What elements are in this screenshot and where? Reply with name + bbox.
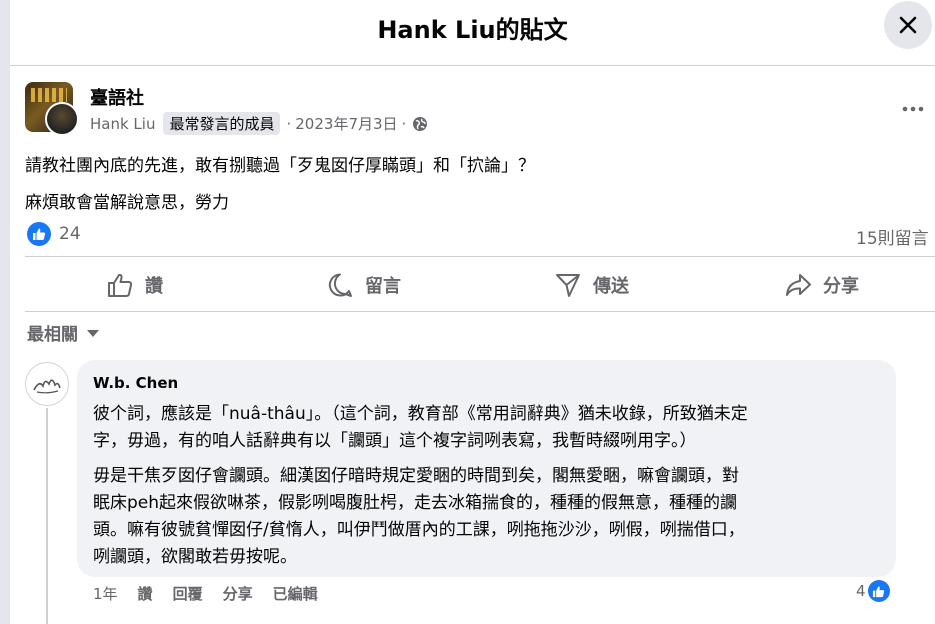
post-text-line2: 麻煩敢會當解說意思，勞力 [25, 193, 229, 213]
comment-sort-dropdown[interactable]: 最相關 [27, 320, 100, 345]
comment-text-line: 毋是干焦歹囡仔會讕頭。細漢囡仔暗時規定愛睏的時間到矣，閣無愛睏，嘛會讕頭，對 [93, 466, 739, 486]
comment-button[interactable]: 留言 [327, 257, 401, 312]
post-reactions[interactable]: 24 [27, 222, 81, 246]
comment-edited-label[interactable]: 已編輯 [273, 583, 318, 604]
comment-reactions[interactable]: 4 [856, 580, 890, 602]
share-label: 分享 [823, 275, 859, 297]
reply-thread-line [46, 408, 48, 624]
comment-bubble: W.b. Chen 彼个詞，應該是「nuâ-thâu」。（這个詞，教育部《常用詞… [77, 360, 896, 577]
send-icon [556, 273, 580, 297]
comment-label: 留言 [365, 275, 401, 297]
like-count: 24 [59, 224, 81, 244]
thumbs-up-icon [108, 273, 133, 297]
dialog-title: Hank Liu的貼文 [377, 16, 568, 44]
like-button[interactable]: 讚 [107, 257, 163, 312]
post-action-bar: 讚 留言 傳送 分享 [25, 256, 935, 312]
send-label: 傳送 [593, 275, 629, 297]
post-meta: Hank Liu 最常發言的成員 · 2023年7月3日 · [90, 112, 428, 135]
calligraphy-avatar-icon [33, 379, 61, 394]
comment-reply-button[interactable]: 回覆 [173, 583, 203, 604]
comment-text-line: 眠床peh起來假欲啉茶，假影咧喝腹肚枵，走去冰箱揣食的，種種的假無意，種種的讕 [93, 493, 738, 513]
close-icon [899, 16, 917, 34]
comment-like-button[interactable]: 讚 [138, 583, 153, 604]
comment-count[interactable]: 15則留言 [856, 224, 929, 249]
comment-time[interactable]: 1年 [93, 583, 118, 604]
comment-text-line: 頭。嘛有彼號貧憚囡仔/貧惰人，叫伊鬥做厝內的工課，咧拖拖沙沙，咧假，咧揣借口， [93, 520, 745, 540]
more-options-button[interactable] [900, 96, 926, 126]
like-label: 讚 [145, 275, 163, 297]
send-button[interactable]: 傳送 [555, 257, 629, 312]
comment-actions: 1年 讚 回覆 分享 已編輯 [93, 583, 338, 604]
post-date[interactable]: 2023年7月3日 [295, 113, 397, 134]
member-badge[interactable]: 最常發言的成員 [163, 112, 281, 135]
more-icon [902, 106, 924, 112]
meta-separator: · [286, 114, 292, 133]
comment-like-count: 4 [856, 582, 866, 600]
author-name[interactable]: Hank Liu [90, 115, 155, 133]
comment-author[interactable]: W.b. Chen [93, 374, 178, 392]
meta-separator-2: · [401, 114, 407, 133]
close-button[interactable] [884, 1, 932, 49]
commenter-avatar[interactable] [25, 362, 69, 406]
comment-text-line: 彼个詞，應該是「nuâ-thâu」。（這个詞，教育部《常用詞辭典》猶未收錄，所致… [93, 404, 748, 424]
comment-text-line: 咧讕頭，欲閣敢若毋按呢。 [93, 547, 297, 567]
post-text-line1: 請教社團內底的先進，敢有捌聽過「歹鬼囡仔厚瞞頭」和「㧒論」？ [25, 156, 535, 176]
sort-label: 最相關 [27, 325, 78, 345]
group-name[interactable]: 臺語社 [90, 84, 144, 110]
comment-share-button[interactable]: 分享 [223, 583, 253, 604]
globe-icon[interactable] [412, 116, 428, 132]
author-avatar[interactable] [45, 102, 79, 136]
like-reaction-icon [27, 222, 51, 246]
share-icon [786, 273, 811, 296]
comment-icon [328, 273, 352, 297]
comment-text-line: 字，毋過，有的咱人話辭典有以「讕頭」這个複字詞咧表寫，我暫時綴咧用字。） [93, 431, 697, 451]
dialog-header: Hank Liu的貼文 [10, 0, 935, 66]
caret-down-icon [87, 329, 99, 337]
left-backdrop [0, 0, 10, 624]
comment-like-reaction-icon [867, 580, 890, 602]
share-button[interactable]: 分享 [785, 257, 859, 312]
